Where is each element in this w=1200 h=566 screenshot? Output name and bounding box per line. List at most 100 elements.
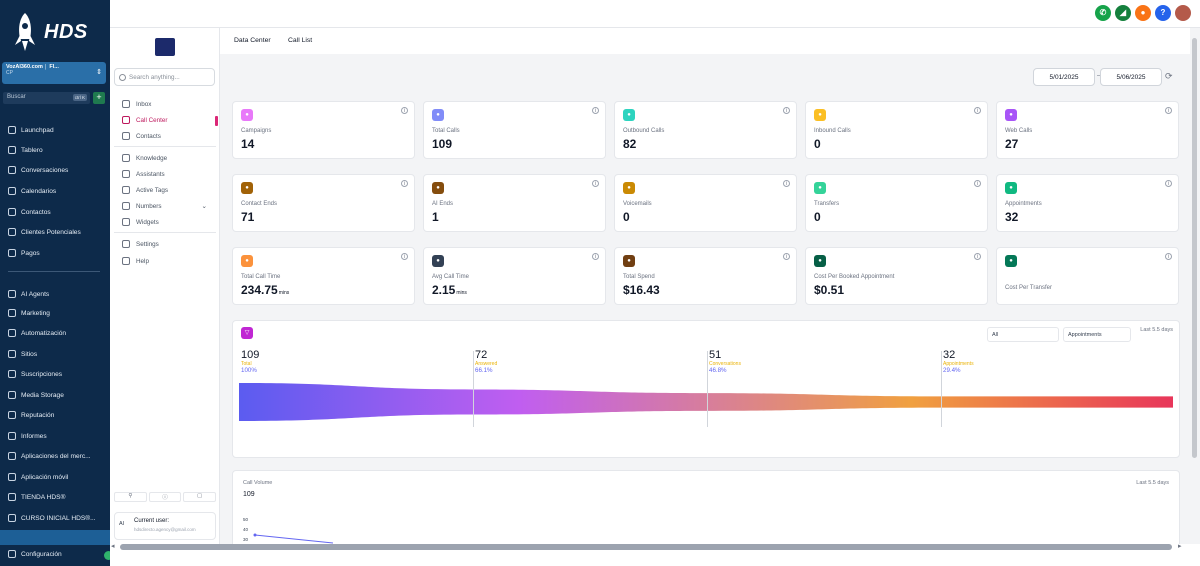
sidebar-item-tablero[interactable]: Tablero <box>8 144 43 156</box>
vertical-scrollbar[interactable] <box>1190 28 1200 544</box>
sidebar-item-aplicaciones-del-merc[interactable]: Aplicaciones del merc... <box>8 450 91 462</box>
info-icon[interactable]: i <box>401 180 408 187</box>
stat-card-contact-ends[interactable]: ● i Contact Ends 71 <box>232 174 415 232</box>
sidebar-item-informes[interactable]: Informes <box>8 430 47 442</box>
funnel-metric-select[interactable]: Appointments <box>1063 327 1131 342</box>
stat-card-total-spend[interactable]: ● i Total Spend $16.43 <box>614 247 797 305</box>
info-icon[interactable]: i <box>783 180 790 187</box>
sidebar-item-contactos[interactable]: Contactos <box>8 206 51 218</box>
stat-card-inbound-calls[interactable]: ● i Inbound Calls 0 <box>805 101 988 159</box>
horizontal-scrollbar[interactable]: ◂ ▸ <box>110 542 1200 566</box>
info-icon[interactable]: i <box>1165 180 1172 187</box>
sub-nav-numbers[interactable]: Numbers ⌄ <box>122 200 207 212</box>
subscription-icon <box>8 370 16 378</box>
stat-card-voicemails[interactable]: ● i Voicemails 0 <box>614 174 797 232</box>
stat-card-total-call-time[interactable]: ● i Total Call Time 234.75mins <box>232 247 415 305</box>
info-icon[interactable]: i <box>783 253 790 260</box>
info-icon[interactable]: i <box>592 107 599 114</box>
hds-logo[interactable]: HDS <box>12 8 98 56</box>
sidebar-item-configuraci-n[interactable]: Configuración <box>8 548 62 560</box>
stat-icon: ● <box>814 182 826 194</box>
refresh-icon[interactable]: ⟳ <box>1165 71 1173 82</box>
scroll-right-icon[interactable]: ▸ <box>1178 542 1182 550</box>
horizontal-scroll-thumb[interactable] <box>120 544 1172 550</box>
collapse-icon[interactable]: ▢ <box>183 492 217 502</box>
info-icon[interactable]: i <box>974 253 981 260</box>
conversion-funnel: ▽ All Appointments Last 5.5 days 109 Tota… <box>232 320 1180 458</box>
sidebar-item-calendarios[interactable]: Calendarios <box>8 185 56 197</box>
stat-card-total-calls[interactable]: ● i Total Calls 109 <box>423 101 606 159</box>
sub-nav-assistants[interactable]: Assistants <box>122 168 165 180</box>
sidebar-item-tienda-hds[interactable]: TIENDA HDS® <box>8 491 65 503</box>
sub-nav-inbox[interactable]: Inbox <box>122 98 151 110</box>
info-icon[interactable]: i <box>592 253 599 260</box>
account-switcher[interactable]: VozAI360.com │ Fl... CP ⇕ <box>2 62 106 84</box>
stat-icon: ● <box>241 109 253 121</box>
sub-nav-help[interactable]: Help <box>122 255 149 267</box>
tab-data-center[interactable]: Data Center <box>234 37 271 44</box>
sidebar-item-suscripciones[interactable]: Suscripciones <box>8 368 62 380</box>
sidebar-item-conversaciones[interactable]: Conversaciones <box>8 164 68 176</box>
info-icon[interactable]: i <box>974 107 981 114</box>
info-icon[interactable]: i <box>592 180 599 187</box>
sub-nav-knowledge[interactable]: Knowledge <box>122 152 167 164</box>
sub-nav-active-tags[interactable]: Active Tags <box>122 184 168 196</box>
bell-icon[interactable]: ● <box>1135 5 1151 21</box>
sidebar-item-ai-agents[interactable]: AI Agents <box>8 288 49 300</box>
info-icon[interactable]: i <box>783 107 790 114</box>
info-icon[interactable]: i <box>1165 107 1172 114</box>
global-search[interactable]: Buscar ctrl K <box>3 92 90 104</box>
quick-add-button[interactable]: + <box>93 92 105 104</box>
info-icon[interactable]: i <box>401 253 408 260</box>
stat-value-number: 14 <box>241 137 255 151</box>
vertical-scroll-thumb[interactable] <box>1192 38 1197 458</box>
sidebar-item-label: Tablero <box>21 146 43 154</box>
sidebar-item-automatizaci-n[interactable]: Automatización <box>8 327 66 339</box>
sub-nav-widgets[interactable]: Widgets <box>122 216 159 228</box>
start-date-input[interactable]: 5/01/2025 <box>1033 68 1095 86</box>
sidebar-item-pagos[interactable]: Pagos <box>8 247 40 259</box>
funnel-stage: 51 Conversations 46.8% <box>709 349 741 374</box>
stat-card-campaigns[interactable]: ● i Campaigns 14 <box>232 101 415 159</box>
stat-card-web-calls[interactable]: ● i Web Calls 27 <box>996 101 1179 159</box>
stat-card-outbound-calls[interactable]: ● i Outbound Calls 82 <box>614 101 797 159</box>
scroll-left-icon[interactable]: ◂ <box>111 542 115 550</box>
info-icon[interactable]: i <box>1165 253 1172 260</box>
sidebar-item-reputaci-n[interactable]: Reputación <box>8 409 54 421</box>
apps-icon <box>8 452 16 460</box>
stat-label: Inbound Calls <box>814 128 851 134</box>
tab-call-list[interactable]: Call List <box>288 37 312 44</box>
stat-card-ai-ends[interactable]: ● i AI Ends 1 <box>423 174 606 232</box>
chevron-down-icon[interactable]: ⌄ <box>202 203 207 210</box>
sub-nav-call-center[interactable]: Call Center <box>122 114 168 126</box>
megaphone-icon[interactable]: ◢ <box>1115 5 1131 21</box>
stat-card-appointments[interactable]: ● i Appointments 32 <box>996 174 1179 232</box>
phone-icon[interactable]: ✆ <box>1095 5 1111 21</box>
sidebar-item-marketing[interactable]: Marketing <box>8 307 50 319</box>
stat-card-avg-call-time[interactable]: ● i Avg Call Time 2.15mins <box>423 247 606 305</box>
sidebar-item-media-storage[interactable]: Media Storage <box>8 389 64 401</box>
link-icon[interactable]: ⚲ <box>114 492 147 502</box>
sub-nav-settings[interactable]: Settings <box>122 238 159 250</box>
help-icon[interactable]: ? <box>1155 5 1171 21</box>
info-icon[interactable]: ⓘ <box>148 492 182 502</box>
current-user-card[interactable]: AI Current user: hdsdirecto.agency@gmail… <box>114 512 216 540</box>
end-date-input[interactable]: 5/06/2025 <box>1100 68 1162 86</box>
star-icon <box>8 411 16 419</box>
stat-icon: ● <box>1005 182 1017 194</box>
stat-card-cost-per-transfer[interactable]: ● i Cost Per Transfer <box>996 247 1179 305</box>
sidebar-item-curso-inicial-hds[interactable]: CURSO INICIAL HDS®... <box>8 512 96 524</box>
info-icon[interactable]: i <box>974 180 981 187</box>
sidebar-item-launchpad[interactable]: Launchpad <box>8 124 54 136</box>
sidebar-item-aplicaci-n-m-vil[interactable]: Aplicación móvil <box>8 471 68 483</box>
funnel-stage-percent: 46.8% <box>709 367 727 374</box>
search-anything-input[interactable]: Search anything... <box>114 68 215 86</box>
sidebar-item-clientes-potenciales[interactable]: Clientes Potenciales <box>8 226 81 238</box>
funnel-filter-select[interactable]: All <box>987 327 1059 342</box>
stat-card-transfers[interactable]: ● i Transfers 0 <box>805 174 988 232</box>
sidebar-item-sitios[interactable]: Sitios <box>8 348 37 360</box>
user-avatar[interactable] <box>1175 5 1191 21</box>
info-icon[interactable]: i <box>401 107 408 114</box>
sub-nav-contacts[interactable]: Contacts <box>122 130 161 142</box>
stat-card-cost-per-booked-appointment[interactable]: ● i Cost Per Booked Appointment $0.51 <box>805 247 988 305</box>
